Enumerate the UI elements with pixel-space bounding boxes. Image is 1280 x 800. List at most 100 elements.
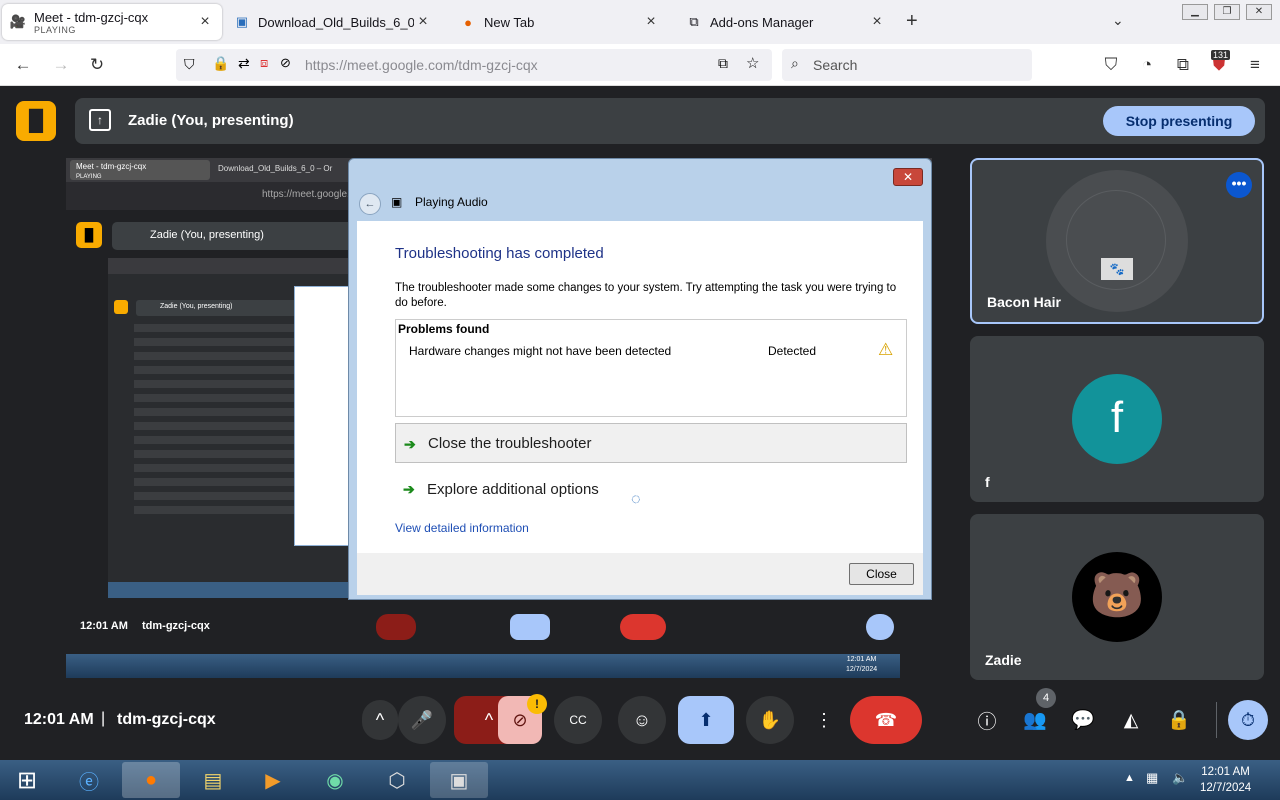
shared-tab-meet: Meet - tdm-gzcj-cqx PLAYING <box>70 160 210 180</box>
captions-button[interactable]: CC <box>554 696 602 744</box>
tab-download-old-builds[interactable]: ▣ Download_Old_Builds_6_0 – Or × <box>226 4 440 40</box>
close-tab-icon[interactable]: × <box>414 13 432 31</box>
troubleshooter-taskbar-icon[interactable]: ▣ <box>430 762 488 798</box>
option-label: Explore additional options <box>427 480 599 498</box>
tab-addons-manager[interactable]: ⧉ Add-ons Manager × <box>678 4 894 40</box>
host-controls-lock-icon[interactable]: 🔒 <box>1166 707 1192 733</box>
restore-button[interactable]: ❐ <box>1214 4 1240 20</box>
dialog-footer: Close <box>357 553 923 595</box>
window-close-icon[interactable]: ✕ <box>893 168 923 186</box>
close-tab-icon[interactable]: × <box>868 13 886 31</box>
shield-icon[interactable]: ⛉ <box>184 56 195 73</box>
problem-text: Hardware changes might not have been det… <box>409 344 672 358</box>
nested-presenting-title: Zadie (You, presenting) <box>160 303 233 310</box>
present-screen-icon: ↑ <box>89 109 111 131</box>
participant-tile-f[interactable]: f f <box>970 336 1264 502</box>
file-explorer-icon[interactable]: ▤ <box>184 762 242 798</box>
windows-taskbar: ⊞ ⓔ ● ▤ ▶ ◉ ⬡ ▣ ▲ ▦ 🔈 12:01 AM 12/7/2024 <box>0 760 1280 800</box>
more-options-button[interactable]: ⋮ <box>808 696 840 744</box>
app-icon[interactable]: ◉ <box>306 762 364 798</box>
puzzle-icon: ⧉ <box>689 14 699 29</box>
minimize-button[interactable]: ▁ <box>1182 4 1208 20</box>
activities-icon[interactable]: ◭ <box>1118 707 1144 733</box>
green-arrow-icon: ➔ <box>404 436 416 452</box>
tray-chevron-icon[interactable]: ▲ <box>1124 772 1135 784</box>
network-icon[interactable]: ▦ <box>1146 770 1158 786</box>
tab-list-chevron-icon[interactable]: ⌄ <box>1112 12 1124 29</box>
problem-status: Detected <box>768 344 817 358</box>
lock-icon[interactable]: 🔒 <box>212 55 229 72</box>
camera-icon: 🎥 <box>9 14 27 29</box>
meet-control-bar: 12:01 AM | tdm-gzcj-cqx ^ 🎤 ^ ⊘ ! CC ☺ ⬆… <box>0 688 1280 760</box>
tray-clock[interactable]: 12:01 AM 12/7/2024 <box>1200 764 1251 796</box>
back-arrow-icon[interactable]: ← <box>359 193 381 215</box>
presenting-bar: ↑ Zadie (You, presenting) Stop presentin… <box>75 98 1265 144</box>
close-tab-icon[interactable]: × <box>642 13 660 31</box>
extensions-icon[interactable]: ⧉ <box>1170 52 1196 78</box>
volume-muted-icon[interactable]: 🔈 <box>1172 770 1188 786</box>
present-button[interactable]: ⬆ <box>678 696 734 744</box>
dialog-heading: Troubleshooting has completed <box>395 245 604 262</box>
ublock-count-badge: 131 <box>1211 50 1231 60</box>
more-options-icon[interactable]: ••• <box>1226 172 1252 198</box>
divider <box>1216 702 1217 738</box>
avatar-image: 🐾 <box>1101 258 1133 280</box>
audio-options-chevron-icon[interactable]: ^ <box>362 700 398 740</box>
bookmark-star-icon[interactable]: ☆ <box>746 54 759 72</box>
shared-taskbar: 12:01 AM 12/7/2024 <box>66 654 900 678</box>
close-window-button[interactable]: ✕ <box>1246 4 1272 20</box>
chat-icon[interactable]: 💬 <box>1070 707 1096 733</box>
shared-companion-icon: ▐▌ <box>76 222 102 248</box>
pocket-icon[interactable]: ⛉ <box>1098 52 1124 78</box>
microphone-button[interactable]: 🎤 <box>398 696 446 744</box>
search-input[interactable]: ⌕ Search <box>782 49 1032 81</box>
timer-icon[interactable]: ⏱ <box>1228 700 1268 740</box>
tab-meet[interactable]: 🎥 Meet - tdm-gzcj-cqx PLAYING × <box>2 4 222 40</box>
start-button-icon[interactable]: ⊞ <box>0 762 54 798</box>
companion-mode-icon[interactable]: ▐▌ <box>16 101 56 141</box>
explore-options-option[interactable]: ➔ Explore additional options <box>395 469 907 509</box>
close-tab-icon[interactable]: × <box>196 13 214 31</box>
participant-tile-zadie[interactable]: 🐻 Zadie <box>970 514 1264 680</box>
speaker-icon: ▣ <box>391 195 403 209</box>
stop-presenting-button[interactable]: Stop presenting <box>1103 106 1255 136</box>
view-detailed-info-link[interactable]: View detailed information <box>395 521 529 535</box>
participant-name: Zadie <box>985 652 1022 668</box>
raise-hand-button[interactable]: ✋ <box>746 696 794 744</box>
menu-icon[interactable]: ≡ <box>1242 52 1268 78</box>
autoplay-blocked-icon[interactable]: ⊘ <box>280 55 291 71</box>
tab-label: Meet - tdm-gzcj-cqx <box>34 9 149 25</box>
dialog-title: Playing Audio <box>415 195 488 209</box>
forward-arrow-icon[interactable]: → <box>48 52 74 78</box>
back-arrow-icon[interactable]: ← <box>10 52 36 78</box>
account-icon[interactable]: ◔ <box>1134 52 1160 78</box>
participant-tile-bacon-hair[interactable]: 🐾 ••• Bacon Hair <box>970 158 1264 324</box>
tray-time: 12:01 AM <box>1201 766 1250 778</box>
warning-icon: ⚠ <box>878 340 894 359</box>
virtualbox-icon[interactable]: ⬡ <box>368 762 426 798</box>
avatar: f <box>1072 374 1162 464</box>
close-troubleshooter-option[interactable]: ➔ Close the troubleshooter <box>395 423 907 463</box>
info-icon[interactable]: ⓘ <box>974 707 1000 733</box>
url-bar[interactable]: ⛉ 🔒 ⇄ ⧈ ⊘ https://meet.google.com/tdm-gz… <box>176 49 772 81</box>
people-icon[interactable]: 👥 <box>1022 707 1048 733</box>
permissions-icon[interactable]: ⇄ <box>238 55 250 72</box>
screen-share-icon[interactable]: ⧈ <box>260 55 268 71</box>
reader-view-icon[interactable]: ⧉ <box>718 55 728 72</box>
shared-tab-playing: PLAYING <box>76 174 102 180</box>
reload-icon[interactable]: ↻ <box>84 52 110 78</box>
internet-explorer-icon[interactable]: ⓔ <box>60 762 118 798</box>
option-label: Close the troubleshooter <box>428 434 592 452</box>
leave-call-button[interactable]: ☎ <box>850 696 922 744</box>
shared-meet-controls: 12:01 AM tdm-gzcj-cqx <box>66 614 932 654</box>
emoji-button[interactable]: ☺ <box>618 696 666 744</box>
doc-icon: ▣ <box>235 14 249 29</box>
close-button[interactable]: Close <box>849 563 914 585</box>
tab-label: Add-ons Manager <box>710 14 814 30</box>
shared-meeting-code: tdm-gzcj-cqx <box>142 620 210 632</box>
tab-new-tab[interactable]: ● New Tab × <box>452 4 668 40</box>
new-tab-button[interactable]: + <box>906 10 918 33</box>
firefox-taskbar-icon[interactable]: ● <box>122 762 180 798</box>
media-player-icon[interactable]: ▶ <box>244 762 302 798</box>
meeting-code: tdm-gzcj-cqx <box>117 711 216 728</box>
